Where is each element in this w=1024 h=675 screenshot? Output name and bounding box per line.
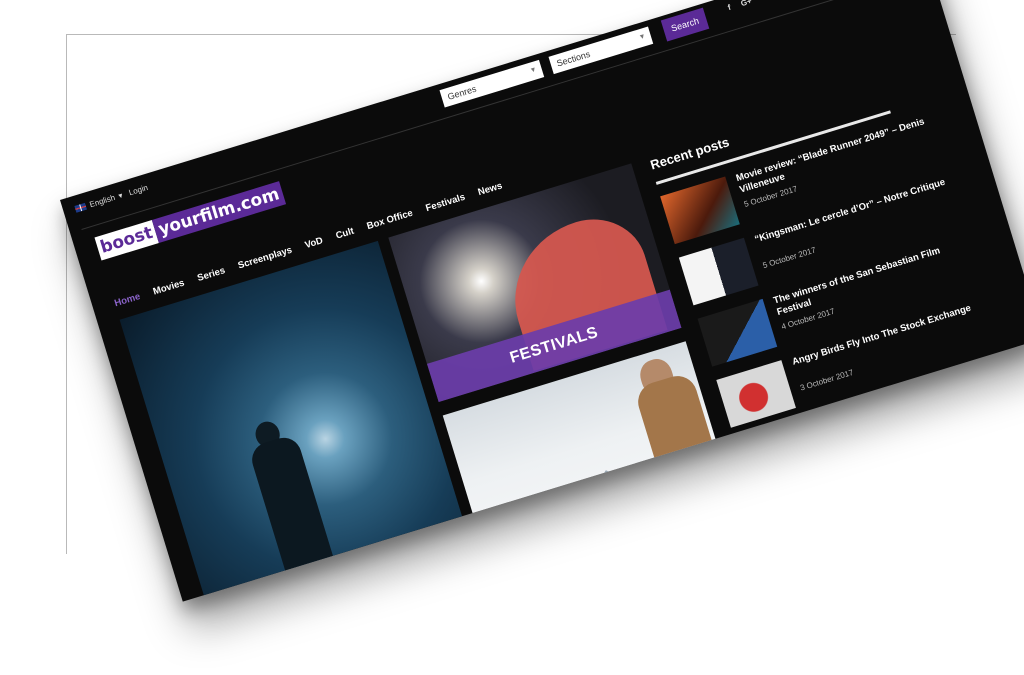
- mountain-shape: [548, 452, 678, 536]
- nav-item-home[interactable]: Home: [113, 291, 141, 309]
- filter-selects: Genres ▼ Sections ▼: [439, 26, 654, 108]
- login-link[interactable]: Login: [128, 183, 149, 197]
- social-links: f G+ ◎ in p t ▶: [727, 0, 832, 12]
- nav-item-movies[interactable]: Movies: [152, 278, 186, 298]
- genres-select-label: Genres: [446, 83, 478, 102]
- figure-silhouette: [247, 433, 337, 582]
- chevron-down-icon: ▾: [117, 190, 124, 201]
- uk-flag-icon: [74, 202, 87, 213]
- chevron-down-icon: ▼: [528, 66, 538, 75]
- nav-item-cult[interactable]: Cult: [335, 226, 356, 242]
- facebook-icon[interactable]: f: [727, 3, 732, 12]
- sections-select-label: Sections: [555, 48, 592, 69]
- language-selector[interactable]: English ▾: [74, 191, 124, 214]
- post-date: 3 October 2017: [799, 367, 855, 393]
- frame-line-left: [66, 34, 67, 554]
- instagram-icon[interactable]: ◎: [761, 0, 770, 2]
- nav-item-screenplays[interactable]: Screenplays: [237, 245, 294, 272]
- language-label: English: [88, 193, 117, 210]
- post-thumbnail: [735, 421, 815, 489]
- chevron-down-icon: ▼: [638, 32, 647, 42]
- recent-posts-widget: Recent posts Movie review: “Blade Runner…: [648, 67, 972, 489]
- nav-item-series[interactable]: Series: [196, 265, 227, 284]
- nav-item-vod[interactable]: VoD: [304, 235, 325, 251]
- genres-select[interactable]: Genres ▼: [439, 59, 545, 108]
- nav-item-box-office[interactable]: Box Office: [366, 208, 415, 232]
- nav-item-news[interactable]: News: [477, 180, 504, 198]
- search-button[interactable]: Search: [660, 7, 710, 42]
- google-plus-icon[interactable]: G+: [740, 0, 753, 8]
- post-date: 5 October 2017: [761, 245, 818, 271]
- nav-item-festivals[interactable]: Festivals: [424, 192, 466, 214]
- logo-part-boost: boost: [94, 220, 159, 261]
- man-coat-shape: [633, 371, 729, 513]
- post-thumbnail: [660, 176, 740, 245]
- website-screenshot: English ▾ Login Genres ▼ Sections ▼ Sear…: [60, 0, 1024, 602]
